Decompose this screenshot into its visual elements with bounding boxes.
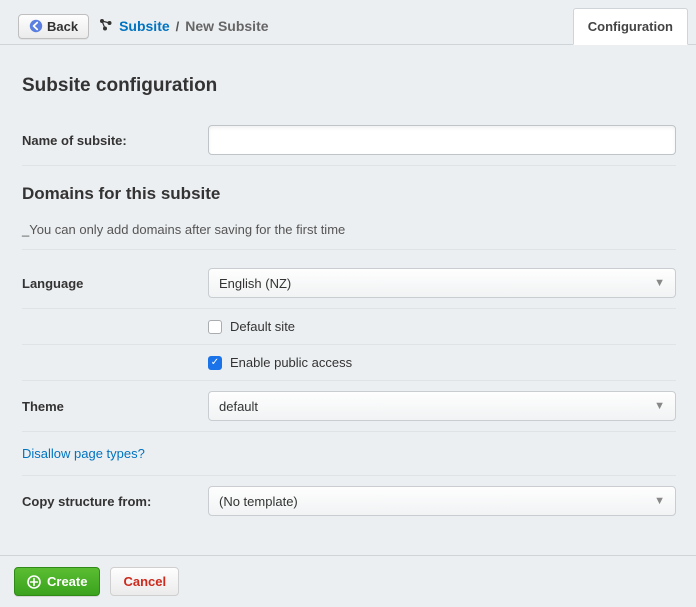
default-site-checkbox[interactable]: [208, 320, 222, 334]
create-button-label: Create: [47, 574, 87, 589]
copy-structure-select[interactable]: (No template) ▼: [208, 486, 676, 516]
section-title-domains: Domains for this subsite: [22, 184, 676, 204]
breadcrumb-current: New Subsite: [185, 18, 268, 34]
language-label: Language: [22, 276, 208, 291]
tab-configuration[interactable]: Configuration: [573, 8, 688, 45]
public-access-label: Enable public access: [230, 355, 352, 370]
subsite-tree-icon: [99, 18, 113, 35]
name-input[interactable]: [208, 125, 676, 155]
row-copy-structure: Copy structure from: (No template) ▼: [22, 476, 676, 526]
row-default-site: Default site: [22, 309, 676, 345]
theme-label: Theme: [22, 399, 208, 414]
back-button[interactable]: Back: [18, 14, 89, 39]
row-theme: Theme default ▼: [22, 381, 676, 432]
disallow-page-types-link[interactable]: Disallow page types?: [22, 432, 676, 476]
default-site-label: Default site: [230, 319, 295, 334]
breadcrumb-subsite-link[interactable]: Subsite: [119, 18, 170, 34]
caret-down-icon: ▼: [654, 495, 665, 507]
row-language: Language English (NZ) ▼: [22, 258, 676, 309]
caret-down-icon: ▼: [654, 400, 665, 412]
plus-circle-icon: [27, 575, 41, 589]
back-arrow-icon: [29, 19, 43, 33]
caret-down-icon: ▼: [654, 277, 665, 289]
theme-select[interactable]: default ▼: [208, 391, 676, 421]
row-public-access: ✓ Enable public access: [22, 345, 676, 381]
row-name: Name of subsite:: [22, 115, 676, 166]
app-window: Back Subsite / New Subsite Configuration…: [0, 0, 696, 607]
tabs: Configuration: [573, 7, 688, 44]
breadcrumb-separator: /: [176, 19, 180, 34]
copy-structure-value: (No template): [219, 494, 298, 509]
breadcrumb: Subsite / New Subsite: [99, 18, 268, 35]
back-button-label: Back: [47, 19, 78, 34]
footer-bar: Create Cancel: [0, 555, 696, 607]
create-button[interactable]: Create: [14, 567, 100, 596]
theme-select-value: default: [219, 399, 258, 414]
name-label: Name of subsite:: [22, 133, 208, 148]
public-access-checkbox[interactable]: ✓: [208, 356, 222, 370]
domains-hint: _You can only add domains after saving f…: [22, 222, 676, 250]
content-panel: Subsite configuration Name of subsite: D…: [0, 45, 696, 555]
cancel-button[interactable]: Cancel: [110, 567, 179, 596]
top-bar: Back Subsite / New Subsite Configuration: [0, 0, 696, 45]
copy-structure-label: Copy structure from:: [22, 494, 208, 509]
language-select-value: English (NZ): [219, 276, 291, 291]
language-select[interactable]: English (NZ) ▼: [208, 268, 676, 298]
section-title-config: Subsite configuration: [22, 75, 676, 97]
